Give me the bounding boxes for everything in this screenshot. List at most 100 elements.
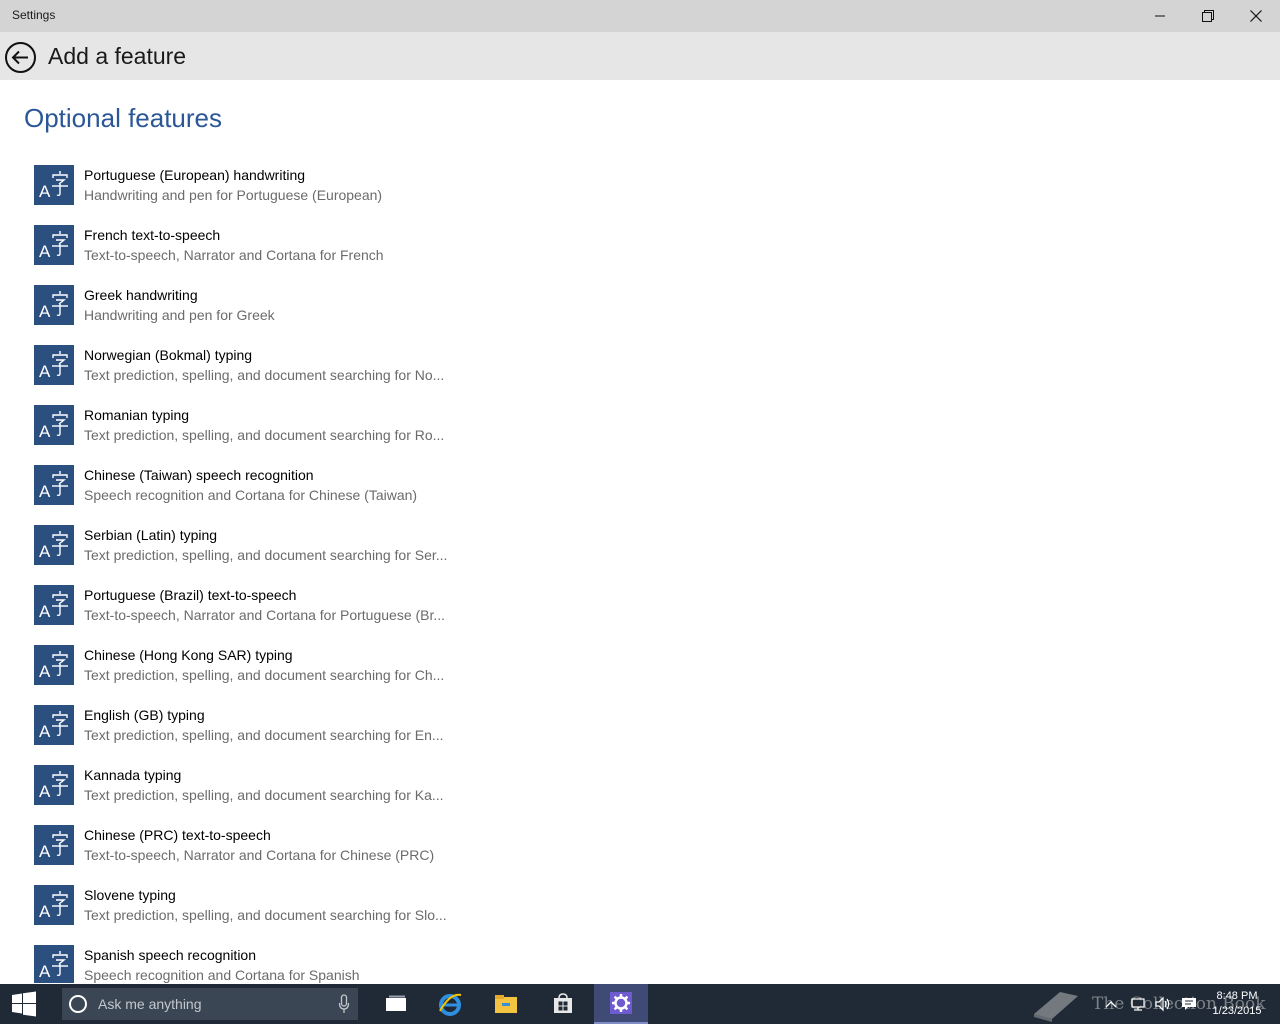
- feature-tile: A: [34, 945, 74, 983]
- feature-name: Portuguese (Brazil) text-to-speech: [84, 587, 297, 603]
- feature-item[interactable]: A Portuguese (Brazil) text-to-speech Text-…: [34, 585, 494, 645]
- title-bar: Settings: [0, 0, 1280, 32]
- book-icon: [1034, 992, 1078, 1022]
- restore-icon: [1202, 10, 1214, 22]
- feature-name: Portuguese (European) handwriting: [84, 167, 306, 183]
- back-button[interactable]: [4, 41, 37, 74]
- clock-date: 1/23/2015: [1212, 1005, 1262, 1017]
- svg-text:A: A: [39, 962, 51, 981]
- language-icon: A: [39, 651, 68, 681]
- language-icon: A: [39, 291, 68, 321]
- language-icon: A: [39, 891, 68, 921]
- feature-name: Chinese (PRC) text-to-speech: [84, 827, 271, 843]
- feature-name: Chinese (Taiwan) speech recognition: [84, 467, 314, 483]
- task-view-icon: [386, 995, 406, 1011]
- svg-text:A: A: [39, 422, 51, 441]
- feature-description: Handwriting and pen for Portuguese (Euro…: [84, 187, 383, 203]
- feature-item[interactable]: A Romanian typing Text prediction, spellin…: [34, 405, 494, 465]
- internet-explorer-button[interactable]: [423, 984, 477, 1024]
- svg-text:A: A: [39, 362, 51, 381]
- show-hidden-icons-icon[interactable]: [1104, 999, 1118, 1009]
- language-icon: A: [39, 951, 68, 981]
- minimize-icon: [1155, 15, 1165, 17]
- close-icon: [1250, 10, 1262, 22]
- feature-tile: A: [34, 825, 74, 865]
- feature-tile: A: [34, 405, 74, 445]
- cortana-icon: [69, 995, 87, 1013]
- feature-item[interactable]: A Norwegian (Bokmal) typing Text predictio…: [34, 345, 494, 405]
- page-header: Add a feature: [0, 32, 1280, 80]
- feature-name: Romanian typing: [84, 407, 190, 423]
- feature-tile: A: [34, 465, 74, 505]
- search-placeholder: Ask me anything: [98, 996, 202, 1012]
- start-button[interactable]: [0, 984, 48, 1024]
- feature-list: A Portuguese (European) handwriting Handwr…: [34, 165, 494, 983]
- feature-description: Text prediction, spelling, and document …: [84, 367, 445, 383]
- feature-name: Norwegian (Bokmal) typing: [84, 347, 253, 363]
- feature-item[interactable]: A Chinese (Taiwan) speech recognition Spee…: [34, 465, 494, 525]
- internet-explorer-icon: [439, 993, 462, 1016]
- settings-icon: [610, 992, 632, 1014]
- feature-description: Text-to-speech, Narrator and Cortana for…: [84, 607, 446, 623]
- feature-item[interactable]: A Serbian (Latin) typing Text prediction, …: [34, 525, 494, 585]
- file-explorer-button[interactable]: [479, 984, 533, 1024]
- task-view-button[interactable]: [369, 984, 423, 1024]
- feature-item[interactable]: A Portuguese (European) handwriting Handwr…: [34, 165, 494, 225]
- feature-item[interactable]: A English (GB) typing Text prediction, spe…: [34, 705, 494, 765]
- language-icon: A: [39, 711, 68, 741]
- feature-tile: A: [34, 525, 74, 565]
- feature-item[interactable]: A French text-to-speech Text-to-speech, Na…: [34, 225, 494, 285]
- window-title: Settings: [12, 8, 56, 22]
- feature-item[interactable]: A Greek handwriting Handwriting and pen fo…: [34, 285, 494, 345]
- svg-text:A: A: [39, 602, 51, 621]
- microphone-icon[interactable]: [338, 994, 350, 1014]
- svg-text:A: A: [39, 662, 51, 681]
- feature-description: Handwriting and pen for Greek: [84, 307, 275, 323]
- feature-item[interactable]: A Chinese (Hong Kong SAR) typing Text pred…: [34, 645, 494, 705]
- feature-description: Text-to-speech, Narrator and Cortana for…: [84, 847, 435, 863]
- feature-description: Text prediction, spelling, and document …: [84, 727, 444, 743]
- minimize-button[interactable]: [1136, 0, 1184, 32]
- clock-time: 8:48 PM: [1216, 990, 1258, 1002]
- system-tray: [1104, 984, 1198, 1024]
- network-icon[interactable]: [1130, 996, 1146, 1012]
- volume-icon[interactable]: [1154, 996, 1172, 1012]
- page-title: Add a feature: [48, 43, 187, 69]
- feature-tile: A: [34, 645, 74, 685]
- close-button[interactable]: [1232, 0, 1280, 32]
- feature-description: Text prediction, spelling, and document …: [84, 547, 448, 563]
- feature-description: Text prediction, spelling, and document …: [84, 787, 444, 803]
- language-icon: A: [39, 171, 68, 201]
- language-icon: A: [39, 471, 68, 501]
- taskbar: Ask me anything The Collection Book 8:48…: [0, 984, 1280, 1024]
- clock[interactable]: 8:48 PM 1/23/2015: [1204, 989, 1270, 1019]
- section-title: Optional features: [24, 103, 223, 133]
- feature-item[interactable]: A Kannada typing Text prediction, spelling…: [34, 765, 494, 825]
- store-button[interactable]: [536, 984, 590, 1024]
- svg-text:A: A: [39, 542, 51, 561]
- feature-name: Chinese (Hong Kong SAR) typing: [84, 647, 293, 663]
- svg-text:A: A: [39, 782, 51, 801]
- feature-tile: A: [34, 345, 74, 385]
- feature-tile: A: [34, 585, 74, 625]
- back-arrow-icon: [5, 42, 36, 73]
- feature-description: Text prediction, spelling, and document …: [84, 667, 445, 683]
- feature-description: Text prediction, spelling, and document …: [84, 427, 445, 443]
- feature-name: Serbian (Latin) typing: [84, 527, 218, 543]
- svg-text:A: A: [39, 302, 51, 321]
- feature-name: Kannada typing: [84, 767, 182, 783]
- action-center-icon[interactable]: [1180, 996, 1198, 1012]
- feature-item[interactable]: A Slovene typing Text prediction, spelling…: [34, 885, 494, 945]
- feature-item[interactable]: A Spanish speech recognition Speech recogn…: [34, 945, 494, 983]
- settings-button[interactable]: [594, 984, 648, 1024]
- windows-logo-icon: [12, 991, 36, 1017]
- feature-tile: A: [34, 705, 74, 745]
- feature-name: Spanish speech recognition: [84, 947, 257, 963]
- svg-text:A: A: [39, 242, 51, 261]
- restore-button[interactable]: [1184, 0, 1232, 32]
- feature-description: Speech recognition and Cortana for Spani…: [84, 967, 360, 983]
- feature-item[interactable]: A Chinese (PRC) text-to-speech Text-to-spe…: [34, 825, 494, 885]
- search-box[interactable]: Ask me anything: [62, 988, 358, 1020]
- language-icon: A: [39, 531, 68, 561]
- feature-name: Greek handwriting: [84, 287, 198, 303]
